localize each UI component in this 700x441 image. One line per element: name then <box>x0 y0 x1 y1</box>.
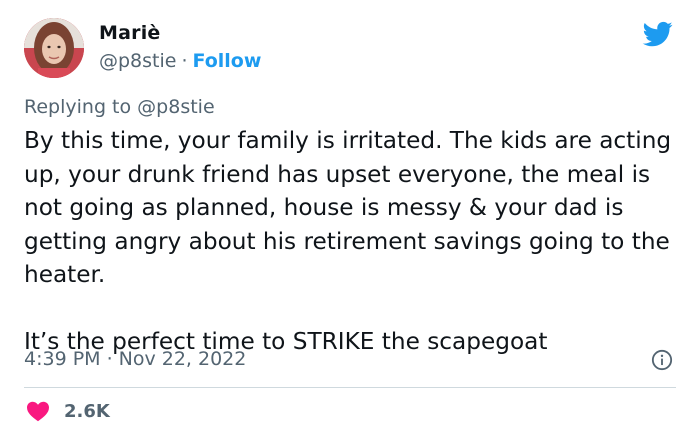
avatar[interactable] <box>24 18 84 78</box>
display-name[interactable]: Mariè <box>99 22 161 44</box>
tweet-card: Mariè @p8stie · Follow Replying to @p8stie… <box>0 0 700 441</box>
user-handle[interactable]: @p8stie <box>99 50 176 72</box>
reply-context: Replying to @p8stie <box>24 96 215 118</box>
tweet-text: By this time, your family is irritated. … <box>24 124 684 358</box>
tweet-timestamp[interactable]: 4:39 PM · Nov 22, 2022 <box>24 348 246 370</box>
reply-prefix: Replying to <box>24 96 132 118</box>
tweet-paragraph-1: By this time, your family is irritated. … <box>24 127 672 288</box>
like-button[interactable]: 2.6K <box>26 400 110 422</box>
like-count: 2.6K <box>64 400 110 422</box>
tweet-time: 4:39 PM <box>24 348 101 370</box>
reply-mention[interactable]: @p8stie <box>137 96 214 118</box>
twitter-bird-icon[interactable] <box>641 19 675 49</box>
handle-row: @p8stie · Follow <box>99 50 261 72</box>
timestamp-separator: · <box>106 348 113 370</box>
follow-button[interactable]: Follow <box>193 50 262 72</box>
heart-icon <box>27 401 49 422</box>
divider <box>24 387 676 388</box>
handle-separator: · <box>181 50 188 72</box>
tweet-date: Nov 22, 2022 <box>118 348 247 370</box>
info-icon[interactable] <box>651 349 673 371</box>
